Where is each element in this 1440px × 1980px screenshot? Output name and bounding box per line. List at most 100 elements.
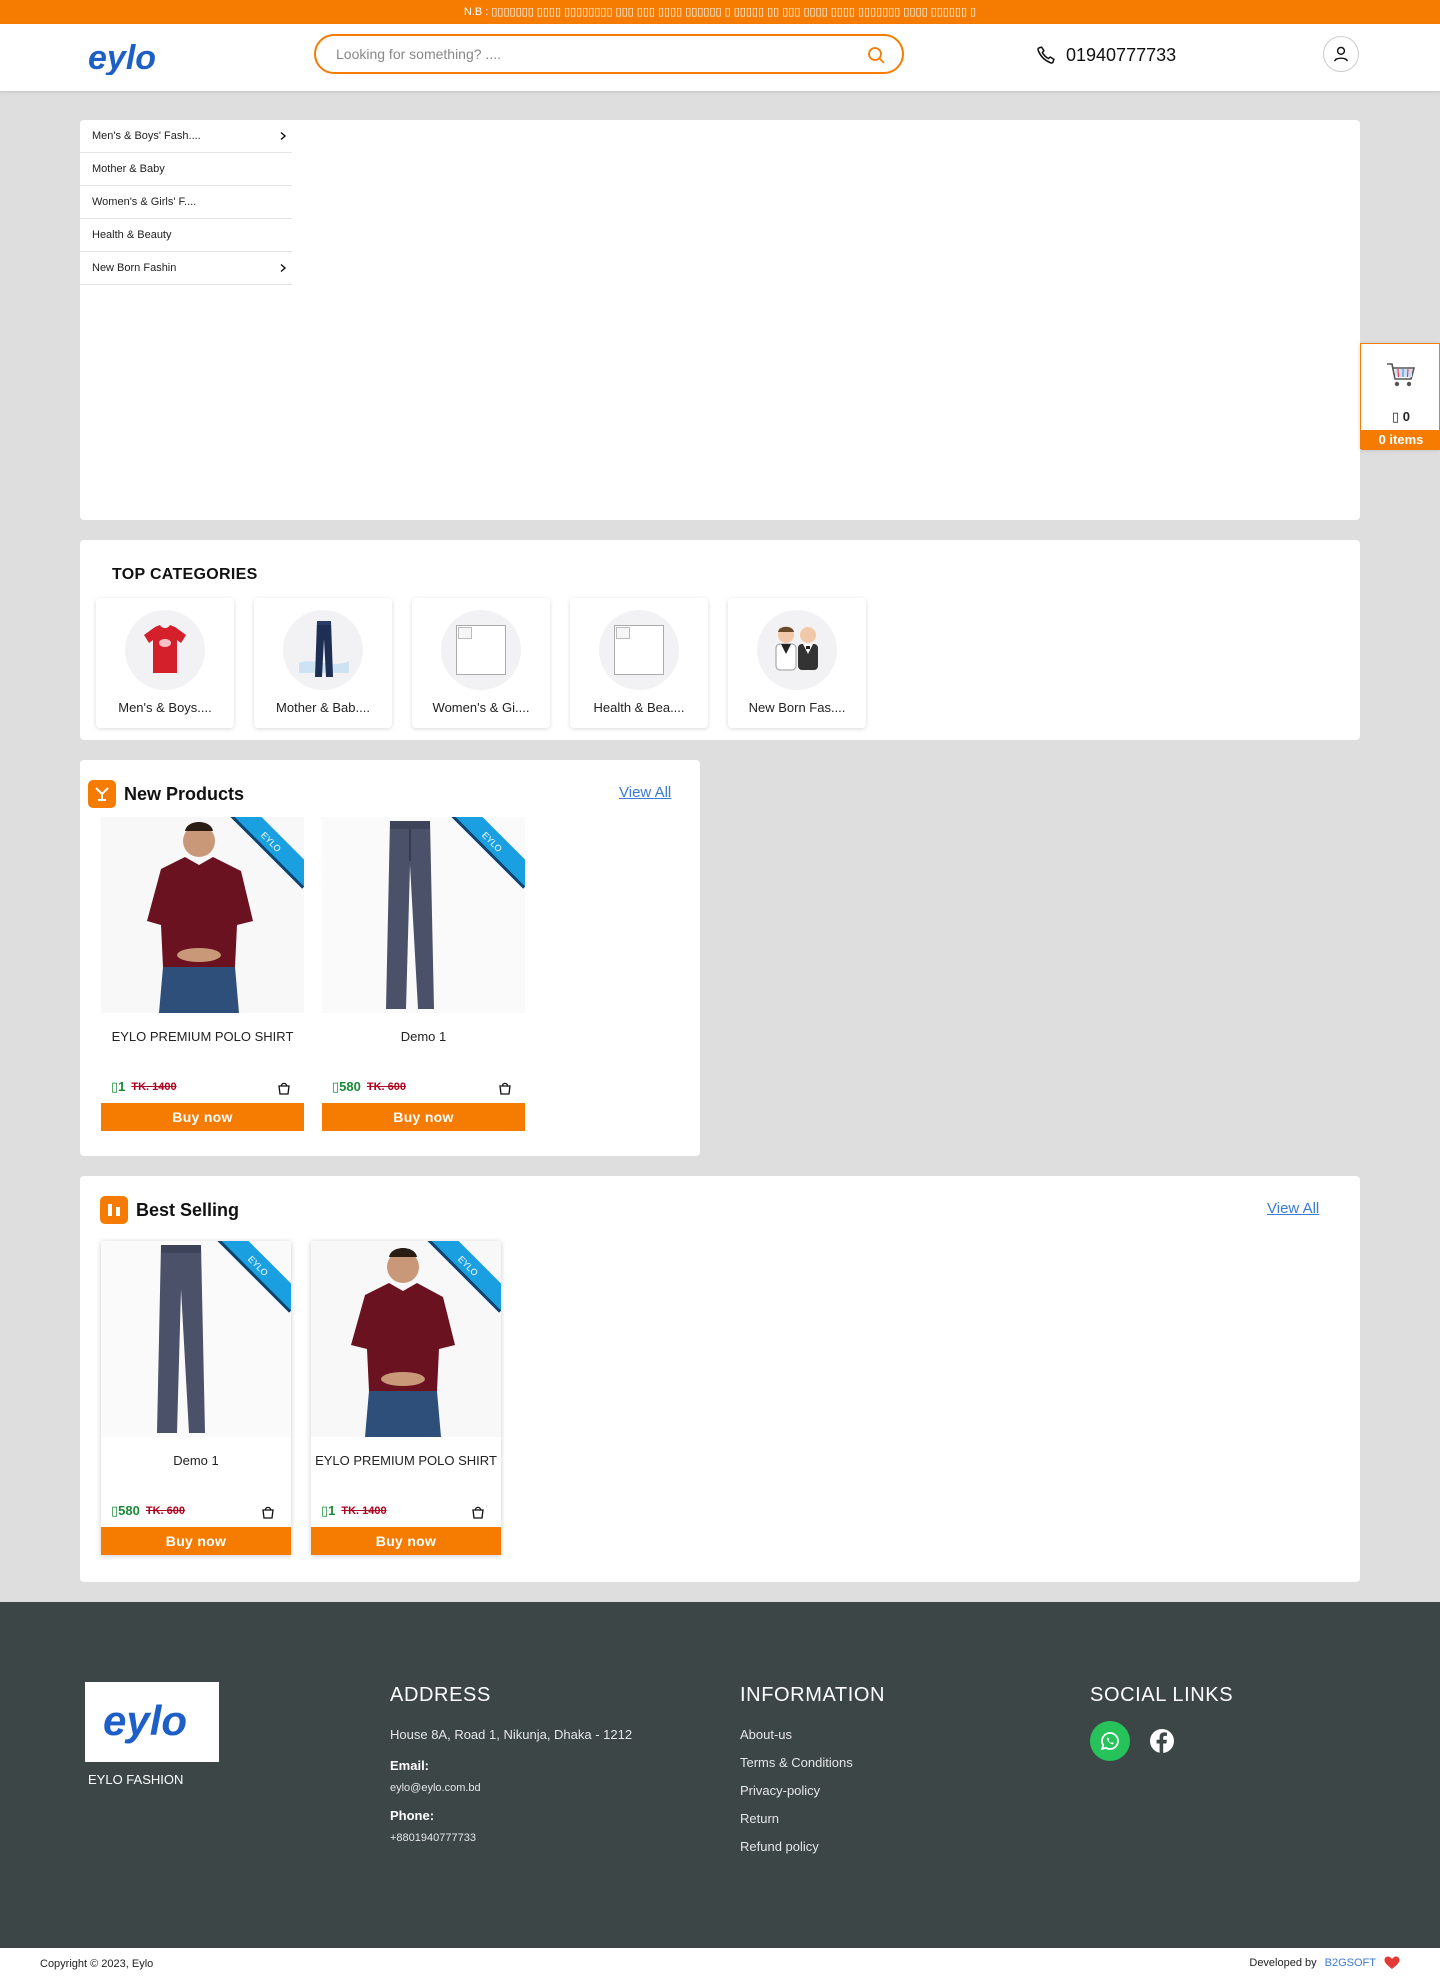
section-title: New Products (124, 783, 245, 804)
category-label: Mother & Bab.... (276, 700, 370, 715)
category-image (125, 610, 205, 690)
product-card[interactable]: EYLO EYLO PREMIUM POLO SHIRT ▯1 TK. 1400… (311, 1241, 501, 1555)
category-label: Men's & Boys' Fash.... (92, 130, 201, 142)
best-selling-section: Best Selling View All EYLO Demo 1 ▯580 T… (80, 1176, 1360, 1582)
category-item[interactable]: Women's & Girls' F.... (80, 186, 292, 219)
footer-heading: INFORMATION (740, 1684, 886, 1706)
search-input[interactable] (336, 44, 856, 64)
category-image (757, 610, 837, 690)
buy-now-button[interactable]: Buy now (101, 1103, 304, 1131)
email-value[interactable]: eylo@eylo.com.bd (390, 1777, 632, 1799)
product-image[interactable]: EYLO (322, 817, 525, 1013)
category-item[interactable]: Health & Beauty (80, 219, 292, 252)
buy-now-button[interactable]: Buy now (311, 1527, 501, 1555)
current-price: ▯580 (111, 1503, 140, 1518)
product-price: ▯580 TK. 600 (111, 1503, 185, 1519)
category-label: Women's & Gi.... (432, 700, 530, 715)
babies-image (775, 626, 818, 671)
phone-value[interactable]: +8801940777733 (390, 1827, 632, 1849)
footer-brand: EYLO FASHION (88, 1772, 184, 1787)
category-item[interactable]: Mother & Baby (80, 153, 292, 186)
category-menu: Men's & Boys' Fash.... Mother & Baby Wom… (80, 120, 292, 285)
whatsapp-icon[interactable] (1090, 1721, 1130, 1761)
buy-now-button[interactable]: Buy now (322, 1103, 525, 1131)
current-price: ▯1 (321, 1503, 336, 1518)
product-name[interactable]: Demo 1 (322, 1029, 525, 1044)
section-header: New Products (88, 780, 244, 808)
add-to-cart-icon[interactable] (261, 1505, 275, 1519)
product-name[interactable]: EYLO PREMIUM POLO SHIRT (311, 1453, 501, 1468)
category-item[interactable]: New Born Fashin (80, 252, 292, 285)
heart-icon (1384, 1956, 1400, 1969)
search-bar (314, 34, 904, 74)
phone-icon (1037, 46, 1055, 64)
view-all-link[interactable]: View All (619, 784, 671, 801)
site-header: eylo 01940777733 (0, 24, 1440, 92)
category-image (441, 610, 521, 690)
old-price: TK. 600 (366, 1081, 406, 1093)
product-price: ▯1 TK. 1400 (321, 1503, 387, 1519)
view-all-link[interactable]: View All (1267, 1200, 1319, 1217)
site-footer: eylo EYLO FASHION ADDRESS House 8A, Road… (0, 1602, 1440, 1948)
product-image[interactable]: EYLO (311, 1241, 501, 1437)
new-products-icon (88, 780, 116, 808)
product-price: ▯580 TK. 600 (332, 1079, 406, 1095)
header-phone[interactable]: 01940777733 (1036, 42, 1176, 68)
broken-image-icon (456, 625, 506, 675)
footer-link-terms[interactable]: Terms & Conditions (740, 1749, 885, 1777)
broken-image-icon (614, 625, 664, 675)
category-label: Men's & Boys.... (118, 700, 212, 715)
footer-heading: ADDRESS (390, 1684, 491, 1706)
account-button[interactable] (1323, 36, 1359, 72)
product-name[interactable]: EYLO PREMIUM POLO SHIRT (101, 1029, 304, 1044)
site-logo[interactable]: eylo (86, 36, 172, 80)
product-image[interactable]: EYLO (101, 817, 304, 1013)
developer-credit: Developed by B2GSOFT (1249, 1956, 1400, 1970)
developed-by-label: Developed by (1249, 1957, 1317, 1969)
top-category-card[interactable]: Health & Bea.... (570, 598, 708, 728)
eylo-logo-icon: eylo (103, 1697, 187, 1744)
footer-link-privacy[interactable]: Privacy-policy (740, 1777, 885, 1805)
svg-text:eylo: eylo (103, 1697, 187, 1744)
add-to-cart-icon[interactable] (471, 1505, 485, 1519)
footer-social-column: SOCIAL LINKS (1090, 1684, 1233, 1761)
product-card[interactable]: EYLO Demo 1 ▯580 TK. 600 Buy now (101, 1241, 291, 1555)
add-to-cart-icon[interactable] (498, 1081, 512, 1095)
eylo-logo-icon: eylo (88, 41, 156, 75)
top-category-card[interactable]: Mother & Bab.... (254, 598, 392, 728)
product-card[interactable]: EYLO EYLO PREMIUM POLO SHIRT ▯1 TK. 1400… (101, 817, 304, 1131)
product-name[interactable]: Demo 1 (101, 1453, 291, 1468)
svg-text:eylo: eylo (88, 41, 156, 75)
tshirt-image (144, 625, 186, 673)
floating-cart[interactable]: ▯ 0 0 items (1360, 343, 1440, 450)
product-image[interactable]: EYLO (101, 1241, 291, 1437)
add-to-cart-icon[interactable] (277, 1081, 291, 1095)
footer-link-refund[interactable]: Refund policy (740, 1833, 885, 1861)
phone-number: 01940777733 (1066, 44, 1177, 65)
footer-link-return[interactable]: Return (740, 1805, 885, 1833)
buy-now-button[interactable]: Buy now (101, 1527, 291, 1555)
product-card[interactable]: EYLO Demo 1 ▯580 TK. 600 Buy now (322, 817, 525, 1131)
section-title: Best Selling (136, 1199, 240, 1220)
footer-logo[interactable]: eylo (85, 1682, 219, 1762)
new-products-section: New Products View All EYLO EYLO PREMIUM … (80, 760, 700, 1156)
user-icon (1333, 46, 1349, 62)
product-price: ▯1 TK. 1400 (111, 1079, 177, 1095)
address-text: House 8A, Road 1, Nikunja, Dhaka - 1212 (390, 1727, 633, 1742)
category-label: Women's & Girls' F.... (92, 196, 197, 208)
developer-link[interactable]: B2GSOFT (1325, 1957, 1376, 1969)
facebook-icon[interactable] (1142, 1721, 1182, 1761)
category-label: Health & Beauty (92, 229, 172, 241)
top-category-card[interactable]: New Born Fas.... (728, 598, 866, 728)
footer-link-about[interactable]: About-us (740, 1721, 885, 1749)
category-item[interactable]: Men's & Boys' Fash.... (80, 120, 292, 153)
old-price: TK. 1400 (131, 1081, 177, 1093)
bottom-bar: Copyright © 2023, Eylo Developed by B2GS… (0, 1948, 1440, 1980)
category-image (599, 610, 679, 690)
top-category-card[interactable]: Women's & Gi.... (412, 598, 550, 728)
search-icon[interactable] (866, 45, 886, 65)
top-category-card[interactable]: Men's & Boys.... (96, 598, 234, 728)
section-title: TOP CATEGORIES (112, 566, 258, 583)
old-price: TK. 600 (145, 1505, 185, 1517)
cart-items-count: 0 items (1361, 430, 1440, 450)
